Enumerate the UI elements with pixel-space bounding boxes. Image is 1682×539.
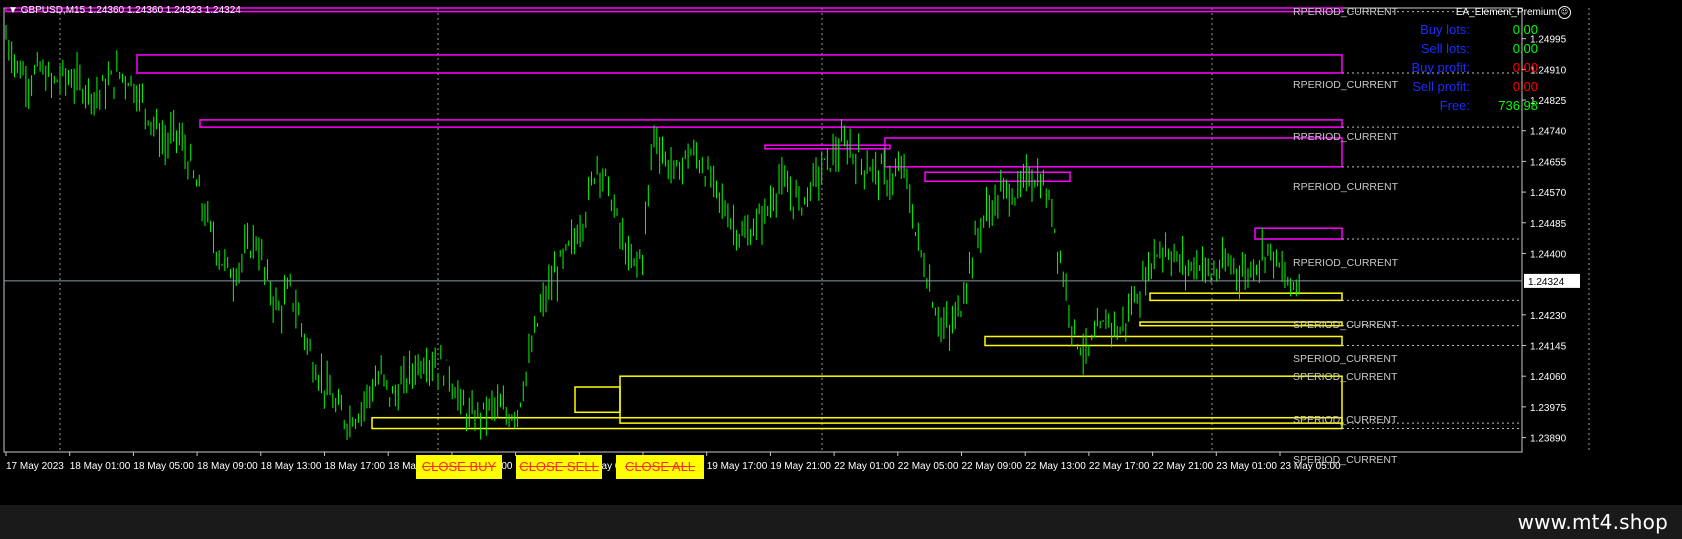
zone-label: SPERIOD_CURRENT [1293, 319, 1398, 331]
buy-lots-label: Buy lots: [1420, 22, 1470, 37]
price-tick-label: 1.24570 [1530, 188, 1567, 199]
time-tick-label: 22 May 17:00 [1089, 461, 1150, 472]
collapse-triangle-icon[interactable]: ▼ [8, 5, 18, 16]
zone-label: SPERIOD_CURRENT [1293, 353, 1398, 365]
price-tick-label: 1.24145 [1530, 342, 1567, 353]
time-tick-label: 19 May 21:00 [770, 461, 831, 472]
zone-label: RPERIOD_CURRENT [1293, 181, 1399, 193]
zone-label: SPERIOD_CURRENT [1293, 414, 1398, 426]
time-tick-label: 18 May 13:00 [261, 461, 322, 472]
buy-profit-label: Buy profit: [1411, 60, 1470, 75]
free-margin-value: 736.98 [1498, 98, 1538, 113]
sell-profit-label: Sell profit: [1412, 79, 1470, 94]
time-tick-label: 23 May 01:00 [1216, 461, 1277, 472]
price-tick-label: 1.24400 [1530, 249, 1567, 260]
zone-label: SPERIOD_CURRENT [1293, 371, 1398, 383]
panel-row-sell-lots: Sell lots: 0.00 [1360, 41, 1560, 61]
time-tick-label: 22 May 09:00 [962, 461, 1023, 472]
price-tick-label: 1.24230 [1530, 311, 1567, 322]
zone-label: SPERIOD_CURRENT [1293, 454, 1398, 466]
close-sell-button[interactable]: CLOSE SELL [516, 455, 602, 479]
footer-band [0, 505, 1682, 539]
sell-lots-label: Sell lots: [1420, 41, 1470, 56]
zone-label: RPERIOD_CURRENT [1293, 6, 1399, 18]
symbol-ohlc: GBPUSD,M15 1.24360 1.24360 1.24323 1.243… [20, 5, 241, 16]
time-tick-label: 22 May 01:00 [834, 461, 895, 472]
time-tick-label: 22 May 13:00 [1025, 461, 1086, 472]
time-tick-label: 18 May 01:00 [70, 461, 131, 472]
price-tick-label: 1.24655 [1530, 157, 1567, 168]
time-tick-label: 18 May 09:00 [197, 461, 258, 472]
time-tick-label: 22 May 21:00 [1153, 461, 1214, 472]
zone-label: RPERIOD_CURRENT [1293, 257, 1399, 269]
ea-name: EA_Element_Premium [1455, 7, 1557, 18]
sell-profit-value: 0.00 [1512, 79, 1538, 94]
panel-row-buy-lots: Buy lots: 0.00 [1360, 22, 1560, 42]
close-all-button[interactable]: CLOSE ALL [616, 455, 704, 479]
free-margin-label: Free: [1439, 98, 1470, 113]
chart-title: ▼ GBPUSD,M15 1.24360 1.24360 1.24323 1.2… [8, 5, 241, 16]
price-tick-label: 1.24485 [1530, 219, 1567, 230]
panel-row-free: Free: 736.98 [1360, 98, 1560, 118]
smiley-icon: ☺ [1558, 6, 1571, 19]
watermark: www.mt4.shop [1517, 510, 1668, 534]
time-tick-label: 17 May 2023 [6, 461, 64, 472]
time-tick-label: 18 May 17:00 [325, 461, 386, 472]
time-tick-label: 18 May 05:00 [133, 461, 194, 472]
time-tick-label: 22 May 05:00 [898, 461, 959, 472]
price-tick-label: 1.24060 [1530, 372, 1567, 383]
close-buy-button[interactable]: CLOSE BUY [416, 455, 502, 479]
time-tick-label: 19 May 17:00 [707, 461, 768, 472]
buy-profit-value: 0.00 [1512, 60, 1538, 75]
panel-row-sell-profit: Sell profit: 0.00 [1360, 79, 1560, 99]
sell-lots-value: 0.00 [1512, 41, 1538, 56]
price-tick-label: 1.23890 [1530, 434, 1567, 445]
current-price-label: 1.24324 [1528, 277, 1565, 288]
buy-lots-value: 0.00 [1512, 22, 1538, 37]
price-tick-label: 1.24740 [1530, 127, 1567, 138]
panel-row-buy-profit: Buy profit: 0.00 [1360, 60, 1560, 80]
zone-label: RPERIOD_CURRENT [1293, 131, 1399, 143]
price-tick-label: 1.23975 [1530, 403, 1567, 414]
